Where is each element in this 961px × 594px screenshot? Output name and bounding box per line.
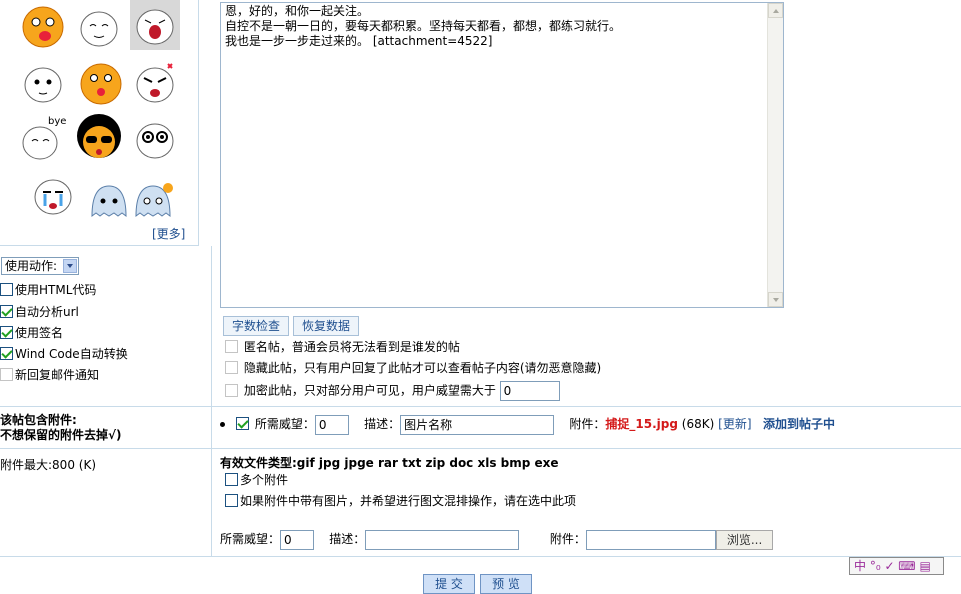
divider	[0, 406, 961, 407]
sweat-face-icon[interactable]	[18, 58, 68, 108]
scroll-up-icon[interactable]	[768, 3, 783, 18]
action-select[interactable]: 使用动作:	[1, 257, 79, 275]
attachment-title-line1: 该帖包含附件:	[0, 413, 77, 427]
upload-file-label: 附件：	[549, 532, 586, 546]
bullet-icon	[220, 422, 225, 427]
shy-face-icon[interactable]	[74, 2, 124, 52]
hidden-label: 隐藏此帖，只有用户回复了此帖才可以查看帖子内容(请勿恶意隐藏)	[243, 361, 602, 375]
restore-data-button[interactable]: 恢复数据	[293, 316, 360, 336]
upload-file-input[interactable]	[585, 529, 716, 550]
wink-face-icon[interactable]	[76, 58, 126, 108]
action-select-value: 使用动作:	[5, 259, 58, 273]
reply-mail-checkbox[interactable]	[0, 368, 13, 381]
option-reply-mail-label: 新回复邮件通知	[15, 368, 100, 382]
divider	[0, 448, 961, 449]
attachment-file-label: 附件：	[569, 417, 606, 431]
signature-checkbox[interactable]	[0, 326, 13, 339]
attachment-row: 所需威望： 0 描述： 图片名称 附件：捕捉_15.jpg (68K) [更新] 添…	[220, 414, 835, 436]
post-content-textarea[interactable]: 恩，好的，和你一起关注。 自控不是一朝一日的，要每天都积累。坚持每天都看，都想，…	[220, 2, 784, 308]
upload-row: 所需威望： 0 描述： 附件： 浏览...	[220, 529, 774, 551]
update-attachment-link[interactable]: [更新]	[718, 417, 751, 431]
anonymous-option[interactable]: 匿名帖，普通会员将无法看到是谁发的帖	[225, 338, 460, 356]
option-reply-mail[interactable]: 新回复邮件通知	[0, 367, 99, 385]
ghost-face-icon[interactable]	[84, 176, 134, 226]
option-windcode-label: Wind Code自动转换	[15, 347, 128, 361]
ghost-question-icon[interactable]	[128, 176, 178, 226]
encrypted-checkbox[interactable]	[225, 383, 238, 397]
cool-face-icon[interactable]	[74, 114, 124, 164]
post-content-text: 恩，好的，和你一起关注。 自控不是一朝一日的，要每天都积累。坚持每天都看，都想，…	[225, 4, 622, 48]
option-auto-url-label: 自动分析url	[15, 305, 79, 319]
multi-attachment-label: 多个附件	[240, 473, 289, 487]
anonymous-checkbox[interactable]	[225, 340, 238, 353]
attachment-file-name[interactable]: 捕捉_15.jpg	[605, 417, 678, 431]
cry-face-icon[interactable]	[28, 170, 78, 220]
scroll-down-icon[interactable]	[768, 292, 783, 307]
option-windcode[interactable]: Wind Code自动转换	[0, 346, 128, 364]
max-size-text: 附件最大:800 (K)	[0, 458, 96, 472]
keep-attachment-checkbox[interactable]	[236, 417, 249, 430]
chevron-down-icon[interactable]	[63, 259, 77, 273]
encrypted-prestige-input[interactable]: 0	[499, 381, 560, 401]
insert-attachment-link[interactable]: 添加到帖子中	[763, 417, 835, 431]
html-checkbox[interactable]	[0, 283, 13, 296]
more-smilies-link[interactable]: [更多]	[152, 225, 185, 242]
attachment-file-size: (68K)	[681, 417, 715, 431]
option-signature-label: 使用签名	[15, 326, 64, 340]
upload-prestige-input[interactable]: 0	[280, 529, 315, 550]
divider	[0, 556, 961, 557]
attachment-title-line2: 不想保留的附件去掉√)	[0, 428, 122, 442]
angry-face-icon[interactable]	[130, 58, 180, 108]
mix-layout-option[interactable]: 如果附件中带有图片，并希望进行图文混排操作，请在选中此项	[225, 492, 576, 510]
preview-button[interactable]: 预 览	[480, 574, 532, 594]
upload-prestige-label: 所需威望：	[220, 532, 281, 546]
file-types-text: 有效文件类型:gif jpg jpge rar txt zip doc xls …	[220, 456, 559, 470]
hidden-option[interactable]: 隐藏此帖，只有用户回复了此帖才可以查看帖子内容(请勿恶意隐藏)	[225, 359, 601, 377]
editor-scrollbar[interactable]	[767, 3, 783, 307]
anonymous-label: 匿名帖，普通会员将无法看到是谁发的帖	[243, 340, 460, 354]
encrypted-option[interactable]: 加密此帖，只对部分用户可见，用户威望需大于 0	[225, 381, 560, 401]
shout-face-icon[interactable]	[130, 0, 180, 50]
auto-url-checkbox[interactable]	[0, 305, 13, 318]
option-html-label: 使用HTML代码	[15, 283, 97, 297]
upload-desc-label: 描述：	[329, 532, 366, 546]
divider	[211, 406, 212, 556]
multi-attachment-checkbox[interactable]	[225, 473, 238, 486]
ime-toolbar[interactable]: 中 °₀ ✓ ⌨ ▤	[849, 557, 944, 575]
windcode-checkbox[interactable]	[0, 347, 13, 360]
attachment-desc-input[interactable]: 图片名称	[400, 414, 555, 435]
option-auto-url[interactable]: 自动分析url	[0, 304, 79, 322]
attachment-title: 该帖包含附件: 不想保留的附件去掉√)	[0, 413, 122, 443]
bye-text: bye	[48, 116, 66, 127]
multi-attachment-option[interactable]: 多个附件	[225, 471, 288, 489]
mix-layout-label: 如果附件中带有图片，并希望进行图文混排操作，请在选中此项	[240, 494, 577, 508]
bye-face-icon[interactable]: bye	[18, 114, 68, 164]
smiley-panel: bye [更多]	[0, 0, 199, 246]
attachment-prestige-input[interactable]: 0	[314, 414, 349, 435]
tongue-face-icon[interactable]	[18, 2, 68, 52]
hidden-checkbox[interactable]	[225, 361, 238, 374]
shock-face-icon[interactable]	[130, 114, 180, 164]
attachment-desc-label: 描述：	[364, 417, 401, 431]
browse-button[interactable]: 浏览...	[715, 529, 774, 550]
encrypted-label: 加密此帖，只对部分用户可见，用户威望需大于	[243, 383, 496, 398]
submit-button[interactable]: 提 交	[423, 574, 475, 594]
option-html[interactable]: 使用HTML代码	[0, 282, 96, 300]
mix-layout-checkbox[interactable]	[225, 494, 238, 507]
attachment-prestige-label: 所需威望：	[254, 417, 315, 431]
word-check-button[interactable]: 字数检查	[223, 316, 290, 336]
upload-desc-input[interactable]	[365, 529, 520, 550]
option-signature[interactable]: 使用签名	[0, 325, 63, 343]
